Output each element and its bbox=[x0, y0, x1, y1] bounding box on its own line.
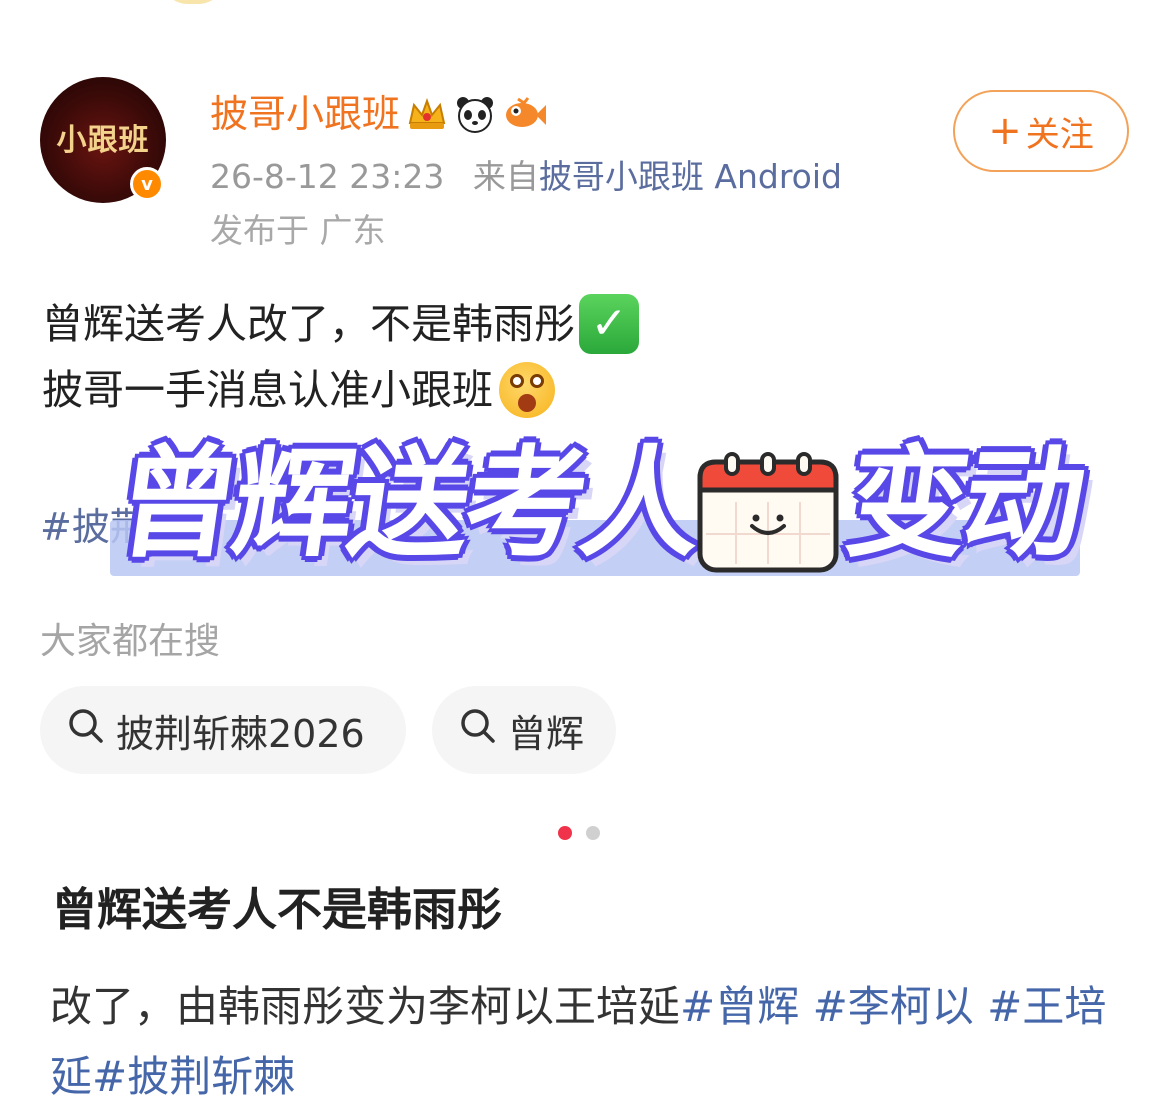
pager-dot-active[interactable] bbox=[558, 826, 572, 840]
crown-icon bbox=[406, 93, 448, 135]
pager-dot[interactable] bbox=[586, 826, 600, 840]
panda-icon bbox=[454, 93, 496, 135]
fish-icon bbox=[502, 93, 547, 135]
post-location: 发布于 广东 bbox=[210, 211, 386, 250]
banner-title-part-2: 变动 bbox=[838, 435, 1090, 574]
username[interactable]: 披哥小跟班 bbox=[210, 90, 400, 138]
check-mark-icon: ✓ bbox=[579, 294, 639, 354]
avatar[interactable]: 小跟班 v bbox=[40, 77, 166, 203]
banner-title: 曾辉送考人 变动 bbox=[107, 430, 1090, 580]
plus-icon: + bbox=[988, 108, 1022, 154]
source-prefix: 来自 bbox=[472, 157, 539, 196]
search-chip[interactable]: 曾辉 bbox=[432, 686, 616, 774]
follow-label: 关注 bbox=[1025, 114, 1094, 155]
card-body: 改了，由韩雨彤变为李柯以王培延#曾辉 #李柯以 #王培延#披荆斩棘 bbox=[50, 972, 1140, 1112]
card-body-text: 改了，由韩雨彤变为李柯以王培延 bbox=[50, 982, 681, 1031]
search-chip[interactable]: 披荆斩棘2026 bbox=[40, 686, 406, 774]
verified-badge-icon: v bbox=[130, 167, 164, 201]
search-icon bbox=[458, 706, 498, 755]
banner-title-part-1: 曾辉送考人 bbox=[108, 435, 708, 574]
search-chip-label: 曾辉 bbox=[508, 711, 585, 756]
trending-search-label: 大家都在搜 bbox=[40, 621, 221, 662]
card-hashtag[interactable]: #李柯以 bbox=[813, 982, 974, 1031]
follow-button[interactable]: + 关注 bbox=[953, 90, 1129, 172]
post-timestamp: 26-8-12 23:23 bbox=[210, 157, 445, 196]
card-hashtag[interactable]: #曾辉 bbox=[680, 982, 799, 1031]
card-title: 曾辉送考人不是韩雨彤 bbox=[52, 883, 503, 936]
post-text-line-2: 披哥一手消息认准小跟班 bbox=[42, 362, 555, 418]
shocked-face-icon bbox=[499, 362, 555, 418]
post-meta: 26-8-12 23:23 来自披哥小跟班 Android bbox=[210, 156, 842, 198]
post-source-link[interactable]: 披哥小跟班 Android bbox=[539, 157, 842, 196]
avatar-logo-text: 小跟班 bbox=[56, 123, 150, 158]
card-hashtag[interactable]: #披荆斩棘 bbox=[92, 1052, 295, 1101]
top-avatar-fragment bbox=[160, 0, 226, 4]
search-icon bbox=[66, 706, 106, 755]
username-row: 披哥小跟班 bbox=[210, 90, 547, 138]
calendar-icon bbox=[696, 452, 840, 578]
search-chip-label: 披荆斩棘2026 bbox=[116, 711, 365, 756]
post-text-line-1: 曾辉送考人改了，不是韩雨彤 ✓ bbox=[42, 294, 639, 354]
